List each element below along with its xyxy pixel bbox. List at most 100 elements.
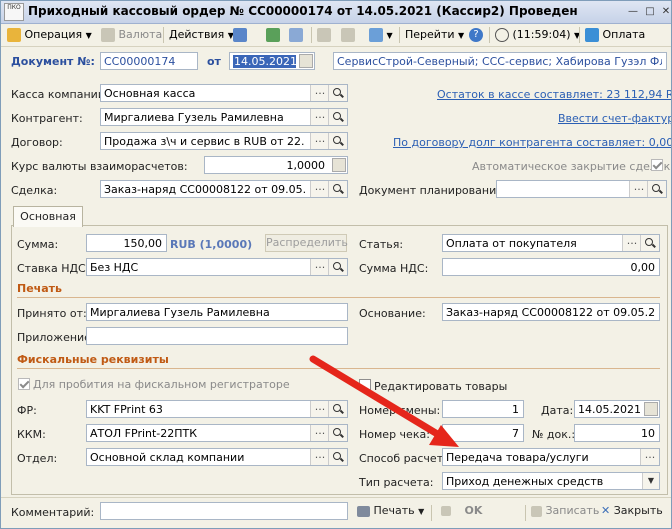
calculator-icon[interactable] (332, 158, 346, 172)
goto-menu[interactable]: Перейти ▼ (405, 26, 464, 44)
print-button[interactable]: Печать ▼ (357, 502, 424, 520)
basis-field[interactable]: Заказ-наряд CC00008122 от 09.05.2021 1 (442, 303, 660, 321)
fiscal-date-field[interactable]: 14.05.2021 1 (574, 400, 660, 418)
fiscal-section-title: Фискальные реквизиты (17, 353, 169, 366)
auto-close-checkbox[interactable] (651, 159, 663, 171)
operation-menu[interactable]: Операция ▼ (7, 26, 92, 44)
select-button[interactable]: ... (310, 133, 329, 149)
doc-number-field[interactable]: CC00000174 (100, 52, 198, 70)
actions-menu[interactable]: Действия ▼ (169, 26, 234, 44)
check-number-field[interactable]: 7 (442, 424, 524, 442)
cash-balance-link[interactable]: Остаток в кассе составляет: 23 112,94 RU… (437, 88, 671, 101)
deal-field[interactable]: Заказ-наряд CC00008122 от 09.05.2021 ... (100, 180, 348, 198)
rate-field[interactable]: 1,0000 (204, 156, 348, 174)
select-button[interactable]: ... (310, 85, 329, 101)
help-button[interactable]: ? (469, 26, 483, 44)
search-icon[interactable] (328, 401, 347, 417)
select-button[interactable]: ... (310, 259, 329, 275)
select-button[interactable]: ... (629, 181, 648, 197)
attachment-field[interactable] (86, 327, 348, 345)
select-button[interactable]: ... (310, 425, 329, 441)
search-icon[interactable] (328, 425, 347, 441)
sum-label: Сумма: (17, 238, 59, 251)
vat-rate-field[interactable]: Без НДС ... (86, 258, 348, 276)
shift-number-field[interactable]: 1 (442, 400, 524, 418)
save-icon-button[interactable] (233, 26, 247, 44)
select-button[interactable]: ... (310, 449, 329, 465)
save-button-label: Записать (545, 504, 600, 517)
close-button[interactable]: ✕ Закрыть (601, 502, 663, 520)
search-icon[interactable] (647, 181, 666, 197)
shift-number-label: Номер смены: (359, 404, 441, 417)
contract-label: Договор: (11, 136, 63, 149)
minimize-button[interactable]: — (625, 5, 641, 18)
chevron-down-icon[interactable]: ▼ (642, 473, 659, 489)
invoice-link[interactable]: Ввести счет-фактуру (558, 112, 671, 125)
vat-sum-field[interactable]: 0,00 (442, 258, 660, 276)
search-icon[interactable] (328, 85, 347, 101)
select-button[interactable]: ... (640, 449, 659, 465)
kkm-field[interactable]: АТОЛ FPrint-22ПТК ... (86, 424, 348, 442)
contract-field[interactable]: Продажа з\ч и сервис в RUB от 22.11.20 .… (100, 132, 348, 150)
kkm-label: ККМ: (17, 428, 46, 441)
calc-type-select[interactable]: Приход денежных средств ▼ (442, 472, 660, 490)
payment-button[interactable]: Оплата (585, 26, 645, 44)
fr-field[interactable]: KKT FPrint 63 ... (86, 400, 348, 418)
ok-button[interactable]: OK (441, 502, 482, 520)
comment-field[interactable] (100, 502, 348, 520)
toolbar-separator (579, 27, 580, 43)
select-button[interactable]: ... (622, 235, 641, 251)
currency-label: Валюта (118, 28, 163, 41)
cash-field[interactable]: Основная касса ... (100, 84, 348, 102)
copy-icon (317, 28, 331, 42)
contract-debt-link[interactable]: По договору долг контрагента составляет:… (393, 136, 671, 149)
copy-icon-button[interactable] (317, 26, 331, 44)
organization-field[interactable]: СервисСтрой-Северный; ССС-сервис; Хабиро… (333, 52, 667, 70)
close-window-button[interactable]: ✕ (658, 5, 671, 18)
doc-date-field[interactable]: 14.05.2021 (229, 52, 315, 70)
structure-icon-button[interactable] (341, 26, 355, 44)
planning-doc-field[interactable]: ... (496, 180, 667, 198)
sum-currency-label: RUB (1,0000) (170, 238, 253, 251)
search-icon[interactable] (640, 235, 659, 251)
comment-label: Комментарий: (11, 506, 95, 519)
received-from-field[interactable]: Миргалиева Гузель Рамилевна (86, 303, 348, 321)
select-button[interactable]: ... (310, 181, 329, 197)
operation-label: Операция (24, 28, 83, 41)
currency-button[interactable]: Валюта (101, 26, 162, 44)
doc-number-label: Документ №: (11, 55, 95, 68)
post-icon-button[interactable] (266, 26, 280, 44)
doc-no-field[interactable]: 10 (574, 424, 660, 442)
calendar-icon[interactable] (644, 402, 658, 416)
print-button-label: Печать (373, 504, 415, 517)
search-icon[interactable] (328, 449, 347, 465)
search-icon[interactable] (328, 109, 347, 125)
clock-icon (495, 28, 509, 42)
payment-method-field[interactable]: Передача товара/услуги ... (442, 448, 660, 466)
search-icon[interactable] (328, 259, 347, 275)
counterparty-field[interactable]: Миргалиева Гузель Рамилевна ... (100, 108, 348, 126)
search-icon[interactable] (328, 181, 347, 197)
calendar-icon[interactable] (299, 54, 313, 68)
based-on-menu[interactable]: ▼ (369, 26, 393, 44)
distribute-button[interactable]: Распределить (265, 234, 348, 252)
date-label: Дата: (541, 404, 574, 417)
search-icon[interactable] (328, 133, 347, 149)
select-button[interactable]: ... (310, 401, 329, 417)
save-button[interactable]: Записать (531, 502, 599, 520)
department-field[interactable]: Основной склад компании ... (86, 448, 348, 466)
deal-label: Сделка: (11, 184, 58, 197)
sum-field[interactable]: 150,00 (86, 234, 167, 252)
time-button[interactable]: (11:59:04) ▼ (495, 26, 580, 44)
tab-main[interactable]: Основная (13, 206, 83, 227)
select-button[interactable]: ... (310, 109, 329, 125)
edit-goods-checkbox[interactable] (359, 379, 371, 391)
unpost-icon-button[interactable] (289, 26, 303, 44)
maximize-button[interactable]: □ (642, 5, 658, 18)
document-window: ПКО Приходный кассовый ордер № CC0000017… (0, 0, 672, 529)
fiscal-register-checkbox[interactable] (18, 378, 30, 390)
toolbar-separator (399, 27, 400, 43)
article-field[interactable]: Оплата от покупателя ... (442, 234, 660, 252)
doc-no-label: № док.: (532, 428, 576, 441)
close-icon: ✕ (601, 504, 611, 517)
